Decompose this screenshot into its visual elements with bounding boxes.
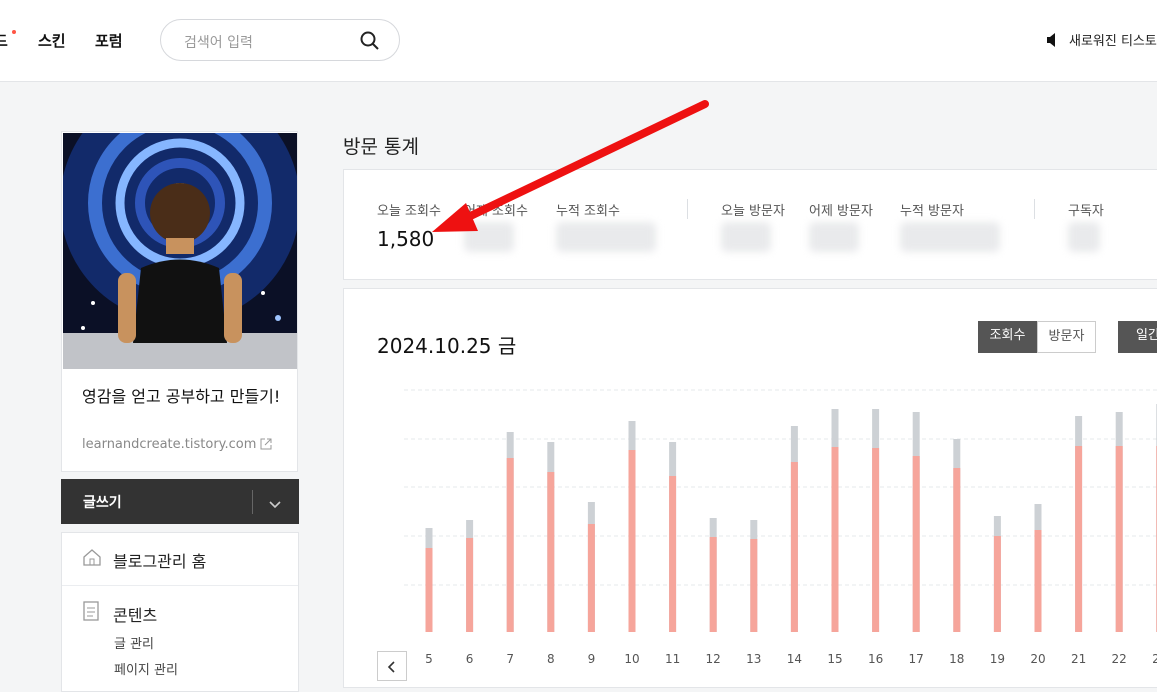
total-views-blurred [556,222,656,252]
x-tick-label: 18 [949,652,964,666]
notice-text: 새로워진 티스토 [1069,34,1157,49]
bar-primary [993,536,1001,632]
bar-primary [587,524,595,632]
bar-primary [1034,530,1042,632]
document-icon [82,601,100,625]
x-tick-label: 15 [827,652,842,666]
bar-primary [872,448,880,632]
write-button[interactable]: 글쓰기 [61,479,299,524]
x-tick-label: 11 [665,652,680,666]
write-divider [252,490,253,514]
page-title: 방문 통계 [343,136,419,158]
x-tick-label: 13 [746,652,761,666]
yesterday-visitors-blurred [809,222,859,252]
blog-title[interactable]: 영감을 얻고 공부하고 만들기! [82,385,282,409]
x-tick-label: 21 [1071,652,1086,666]
subscribers-blurred [1068,222,1100,252]
bar-primary [547,472,555,632]
sidebar-menu: 블로그관리 홈 콘텐츠 글 관리 페이지 관리 [61,532,299,692]
nav-skin[interactable]: 스킨 [38,30,66,51]
sidebar-item-contents-label: 콘텐츠 [113,606,158,625]
chart-prev-button[interactable] [377,651,407,681]
bar-primary [506,458,514,632]
bar-primary [790,462,798,632]
label-total-views: 누적 조회수 [556,204,620,219]
bar-primary [669,476,677,632]
search-icon[interactable] [360,31,380,55]
blog-url-link[interactable]: learnandcreate.tistory.com [82,437,272,452]
label-total-visitors: 누적 방문자 [900,204,964,219]
today-visitors-blurred [721,222,771,252]
nav-forum[interactable]: 포럼 [95,30,123,51]
x-tick-label: 5 [425,652,433,666]
bar-primary [831,447,839,632]
chevron-left-icon [387,661,395,673]
blog-url-text: learnandcreate.tistory.com [82,437,257,452]
search-input[interactable]: 검색어 입력 [160,19,400,61]
stats-summary: 오늘 조회수 어제 조회수 누적 조회수 오늘 방문자 어제 방문자 누적 방문… [343,169,1157,280]
bar-primary [709,537,717,632]
x-tick-label: 22 [1112,652,1127,666]
x-tick-label: 10 [624,652,639,666]
stats-divider [1034,199,1035,219]
top-bar: 드 스킨 포럼 검색어 입력 새로워진 티스토 [0,0,1157,82]
label-today-views: 오늘 조회수 [377,204,441,219]
label-yesterday-views: 어제 조회수 [464,204,528,219]
bar-primary [1115,446,1123,632]
x-tick-label: 6 [466,652,474,666]
x-tick-label: 19 [990,652,1005,666]
search-placeholder: 검색어 입력 [184,35,253,51]
notice-link[interactable]: 새로워진 티스토 [1045,30,1157,49]
stats-divider [687,199,688,219]
blog-card: 영감을 얻고 공부하고 만들기! learnandcreate.tistory.… [61,131,298,472]
chart-card: 2024.10.25 금 조회수 방문자 일간 5 6 7 8 9 10 11 12 13 14 1… [343,288,1157,688]
sidebar-subitem-post-manage[interactable]: 글 관리 [114,633,154,652]
x-tick-label: 17 [909,652,924,666]
x-tick-label: 16 [868,652,883,666]
new-dot [12,30,16,34]
x-tick-label: 9 [588,652,596,666]
menu-divider [62,585,298,586]
blog-cover-image[interactable] [63,133,297,369]
total-visitors-blurred [900,222,1000,252]
label-yesterday-visitors: 어제 방문자 [809,204,873,219]
bar-primary [750,539,758,632]
bar-primary [912,456,920,632]
write-label: 글쓰기 [83,495,122,511]
label-today-visitors: 오늘 방문자 [721,204,785,219]
sidebar-item-home-label: 블로그관리 홈 [113,552,207,571]
nav-item-partial[interactable]: 드 [0,30,8,51]
label-subscribers: 구독자 [1068,204,1104,219]
bar-primary [466,538,474,632]
bar-primary [628,450,636,632]
x-tick-label: 8 [547,652,555,666]
x-tick-label: 23 [1152,652,1157,666]
x-tick-label: 14 [787,652,802,666]
bar-primary [425,548,433,632]
chevron-down-icon[interactable] [268,495,282,514]
speaker-icon [1047,33,1055,47]
today-views-value: 1,580 [377,227,435,251]
external-link-icon [260,438,272,450]
bar-primary [953,468,961,632]
x-tick-label: 12 [706,652,721,666]
x-tick-label: 7 [506,652,514,666]
sidebar-subitem-page-manage[interactable]: 페이지 관리 [114,659,178,678]
bar-primary [1075,446,1083,632]
home-icon [82,547,102,571]
yesterday-views-blurred [464,222,514,252]
visit-bar-chart: 5 6 7 8 9 10 11 12 13 14 15 16 17 18 19 20 21 22 23 [404,389,1157,666]
x-tick-label: 20 [1030,652,1045,666]
